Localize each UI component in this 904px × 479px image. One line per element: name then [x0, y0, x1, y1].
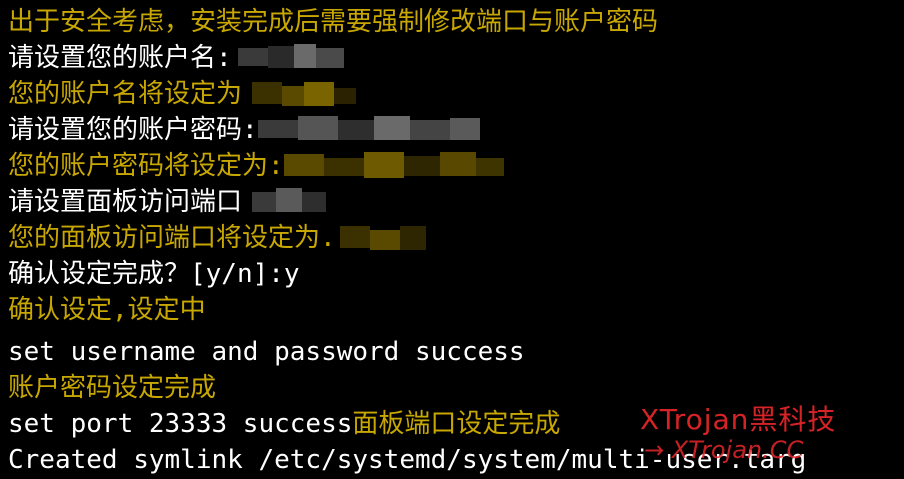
terminal-line: Created symlink /etc/systemd/system/mult… — [8, 442, 806, 478]
redacted-port — [242, 186, 332, 216]
redacted-username — [232, 42, 352, 72]
line-text: Created symlink /etc/systemd/system/mult… — [8, 445, 807, 475]
line-text: 确认设定,设定中 — [8, 295, 206, 325]
line-text: 您的账户密码将设定为: — [8, 151, 284, 181]
redacted-password — [257, 114, 488, 144]
terminal-line: 请设置您的账户名: — [8, 40, 352, 76]
terminal-line: 出于安全考虑，安装完成后需要强制修改端口与账户密码 — [8, 4, 658, 40]
terminal-line: set port 23333 success面板端口设定完成 — [8, 406, 560, 442]
line-text: 请设置您的账户密码: — [8, 115, 258, 145]
redacted-username-confirm — [242, 78, 362, 108]
redacted-port-confirm — [336, 222, 436, 252]
terminal-line: 您的面板访问端口将设定为. — [8, 220, 436, 256]
terminal-line: 您的账户密码将设定为: — [8, 148, 514, 184]
terminal-line: 确认设定完成？[y/n]:y — [8, 256, 300, 292]
line-suffix: 面板端口设定完成 — [352, 409, 561, 439]
redacted-password-confirm — [283, 150, 514, 180]
line-text: 账户密码设定完成 — [8, 373, 217, 403]
line-text: 您的账户名将设定为 — [8, 79, 243, 109]
terminal-line: 账户密码设定完成 — [8, 370, 216, 406]
line-text: 确认设定完成？[y/n]:y — [8, 259, 300, 289]
line-text: 请设置您的账户名: — [8, 43, 232, 73]
terminal-line: 请设置面板访问端口 — [8, 184, 332, 220]
watermark-title: XTrojan黑科技 — [640, 403, 837, 436]
terminal-line: set username and password success — [8, 334, 525, 370]
terminal-line: 您的账户名将设定为 — [8, 76, 362, 112]
terminal-line: 确认设定,设定中 — [8, 292, 206, 328]
line-text: 请设置面板访问端口 — [8, 187, 243, 217]
terminal-line: 请设置您的账户密码: — [8, 112, 488, 148]
line-text: set username and password success — [8, 337, 525, 367]
line-text: set port 23333 success — [8, 409, 353, 439]
line-text: 出于安全考虑，安装完成后需要强制修改端口与账户密码 — [8, 7, 659, 37]
terminal-window: 出于安全考虑，安装完成后需要强制修改端口与账户密码 请设置您的账户名: 您的账户… — [0, 0, 904, 479]
line-text: 您的面板访问端口将设定为. — [8, 223, 336, 253]
